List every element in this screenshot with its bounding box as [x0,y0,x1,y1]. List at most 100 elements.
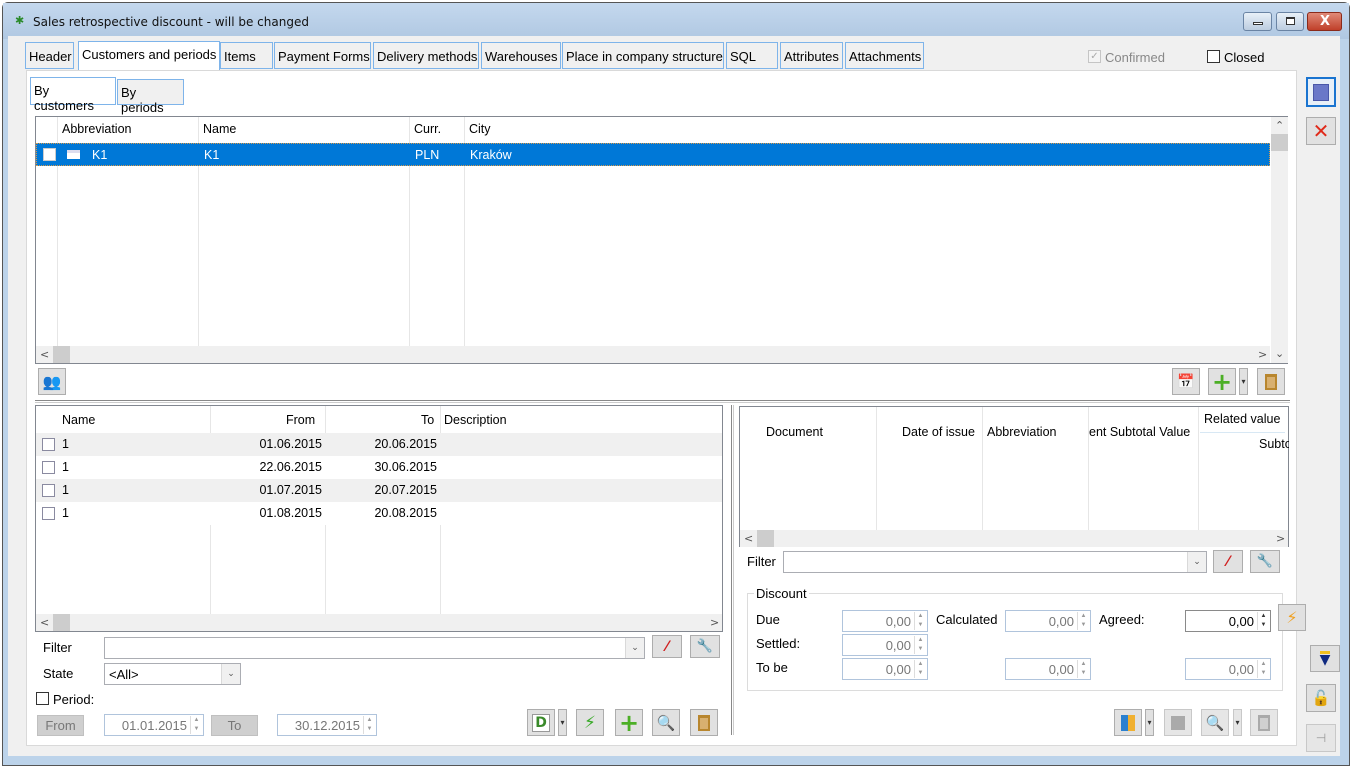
horizontal-scrollbar[interactable]: < > [36,614,722,631]
periods-filter-input[interactable]: ⌄ [104,637,645,659]
from-date-input[interactable]: 01.01.2015 ▲ ▼ [104,714,204,736]
tab-attributes[interactable]: Attributes [780,42,843,69]
closed-checkbox[interactable] [1207,50,1220,63]
pin-button[interactable]: ⊣ [1306,724,1336,752]
clear-filter-button[interactable]: ⁄ [1213,550,1243,573]
table-row[interactable]: 1 01.07.2015 20.07.2015 [36,479,722,502]
scroll-left-icon[interactable]: < [744,530,753,547]
clear-filter-button[interactable]: ⁄ [652,635,682,658]
row-checkbox[interactable] [42,484,55,497]
tab-payment-forms[interactable]: Payment Forms [274,42,371,69]
splitter[interactable] [35,400,1290,403]
attach-dropdown-button[interactable]: ▾ [1145,709,1154,736]
view-period-button[interactable]: 🔍 [652,709,680,736]
tab-warehouses[interactable]: Warehouses [481,42,561,69]
filter-builder-button[interactable]: 🔧 [1250,550,1280,573]
due-input[interactable]: 0,00 ▲ ▼ [842,610,928,632]
close-button[interactable]: X [1307,12,1342,31]
spinner-icon[interactable]: ▲ ▼ [1257,612,1269,630]
maximize-button[interactable] [1276,12,1304,31]
scroll-right-icon[interactable]: > [710,614,719,631]
row-checkbox[interactable] [42,507,55,520]
column-header-city[interactable]: City [469,122,491,136]
scroll-right-icon[interactable]: > [1258,346,1267,363]
table-row[interactable]: 1 01.06.2015 20.06.2015 [36,433,722,456]
scroll-left-icon[interactable]: < [40,614,49,631]
column-header-subtotal[interactable]: Subto [1259,437,1289,451]
column-header-related-value[interactable]: Related value [1204,412,1280,426]
spinner-icon[interactable]: ▲ ▼ [914,660,926,678]
vertical-splitter[interactable] [731,405,734,735]
attach-document-button[interactable] [1114,709,1142,736]
horizontal-scrollbar[interactable]: < > [740,530,1288,547]
spinner-icon[interactable]: ▲ ▼ [1077,612,1089,630]
column-header-document[interactable]: Document [766,425,823,439]
column-header-to[interactable]: To [421,413,434,427]
column-header-abbreviation[interactable]: Abbreviation [987,425,1057,439]
column-header-from[interactable]: From [286,413,315,427]
column-header-description[interactable]: Description [444,413,507,427]
spinner-icon[interactable]: ▲ ▼ [190,716,202,734]
calculate-button[interactable]: ⚡ [576,709,604,736]
scroll-right-icon[interactable]: > [1276,530,1285,547]
unlock-button[interactable]: 🔓 [1306,684,1336,712]
cancel-button[interactable]: ✕ [1306,117,1336,145]
column-header-name[interactable]: Name [62,413,95,427]
scroll-thumb[interactable] [53,346,70,363]
scroll-thumb[interactable] [53,614,70,631]
spinner-icon[interactable]: ▲ ▼ [914,636,926,654]
tab-sql[interactable]: SQL [726,42,778,69]
generate-periods-button[interactable]: 📅 [1172,368,1200,395]
table-row[interactable]: 1 01.08.2015 20.08.2015 [36,502,722,525]
scroll-down-icon[interactable]: ⌄ [1275,345,1284,362]
tab-customers-and-periods[interactable]: Customers and periods [78,41,220,71]
view-dropdown-button[interactable]: ▾ [1233,709,1242,736]
from-button[interactable]: From [37,715,84,736]
scroll-up-icon[interactable]: ⌃ [1275,117,1284,134]
chevron-down-icon[interactable]: ⌄ [1187,552,1206,572]
customer-group-button[interactable]: 👥 [38,368,66,395]
view-document-button[interactable]: 🔍 [1201,709,1229,736]
state-select[interactable]: <All> ⌄ [104,663,241,685]
vertical-scrollbar[interactable]: ⌃ ⌄ [1271,117,1288,363]
tab-attachments[interactable]: Attachments [845,42,924,69]
chevron-down-icon[interactable]: ⌄ [625,638,644,658]
to-be-input[interactable]: 0,00 ▲ ▼ [842,658,928,680]
tab-place-in-company-structure[interactable]: Place in company structure [562,42,724,69]
tab-header[interactable]: Header [25,42,74,69]
add-dropdown-button[interactable]: ▾ [1239,368,1248,395]
row-checkbox[interactable] [43,148,56,161]
filter-builder-button[interactable]: 🔧 [690,635,720,658]
table-row[interactable]: 1 22.06.2015 30.06.2015 [36,456,722,479]
agreed-input[interactable]: 0,00 ▲ ▼ [1185,610,1271,632]
title-bar[interactable]: ✱ Sales retrospective discount - will be… [3,3,1349,39]
scroll-thumb[interactable] [757,530,774,547]
table-row[interactable]: K1 K1 PLN Kraków [36,143,1270,166]
generate-dropdown-button[interactable]: ▾ [558,709,567,736]
subtab-by-periods[interactable]: By periods [117,79,184,115]
horizontal-scrollbar[interactable]: < > [36,346,1270,363]
minimize-button[interactable] [1243,12,1272,31]
column-header-subtotal-value[interactable]: ent Subtotal Value [1089,425,1197,439]
row-checkbox[interactable] [42,461,55,474]
spinner-icon[interactable]: ▲ ▼ [363,716,375,734]
calculate-discount-button[interactable]: ⚡ [1278,604,1306,631]
tab-delivery-methods[interactable]: Delivery methods [373,42,479,69]
column-header-date-of-issue[interactable]: Date of issue [902,425,975,439]
settled-input[interactable]: 0,00 ▲ ▼ [842,634,928,656]
calculated-input[interactable]: 0,00 ▲ ▼ [1005,610,1091,632]
add-customer-button[interactable]: + [1208,368,1236,395]
row-checkbox[interactable] [42,438,55,451]
delete-customer-button[interactable] [1257,368,1285,395]
delete-period-button[interactable] [690,709,718,736]
to-be-agreed-input[interactable]: 0,00 ▲ ▼ [1185,658,1271,680]
spinner-icon[interactable]: ▲ ▼ [914,612,926,630]
documents-filter-input[interactable]: ⌄ [783,551,1207,573]
to-date-input[interactable]: 30.12.2015 ▲ ▼ [277,714,377,736]
to-button[interactable]: To [211,715,258,736]
save-button[interactable] [1306,77,1336,107]
add-period-button[interactable]: + [615,709,643,736]
scroll-left-icon[interactable]: < [40,346,49,363]
scroll-thumb[interactable] [1271,134,1288,151]
spinner-icon[interactable]: ▲ ▼ [1257,660,1269,678]
